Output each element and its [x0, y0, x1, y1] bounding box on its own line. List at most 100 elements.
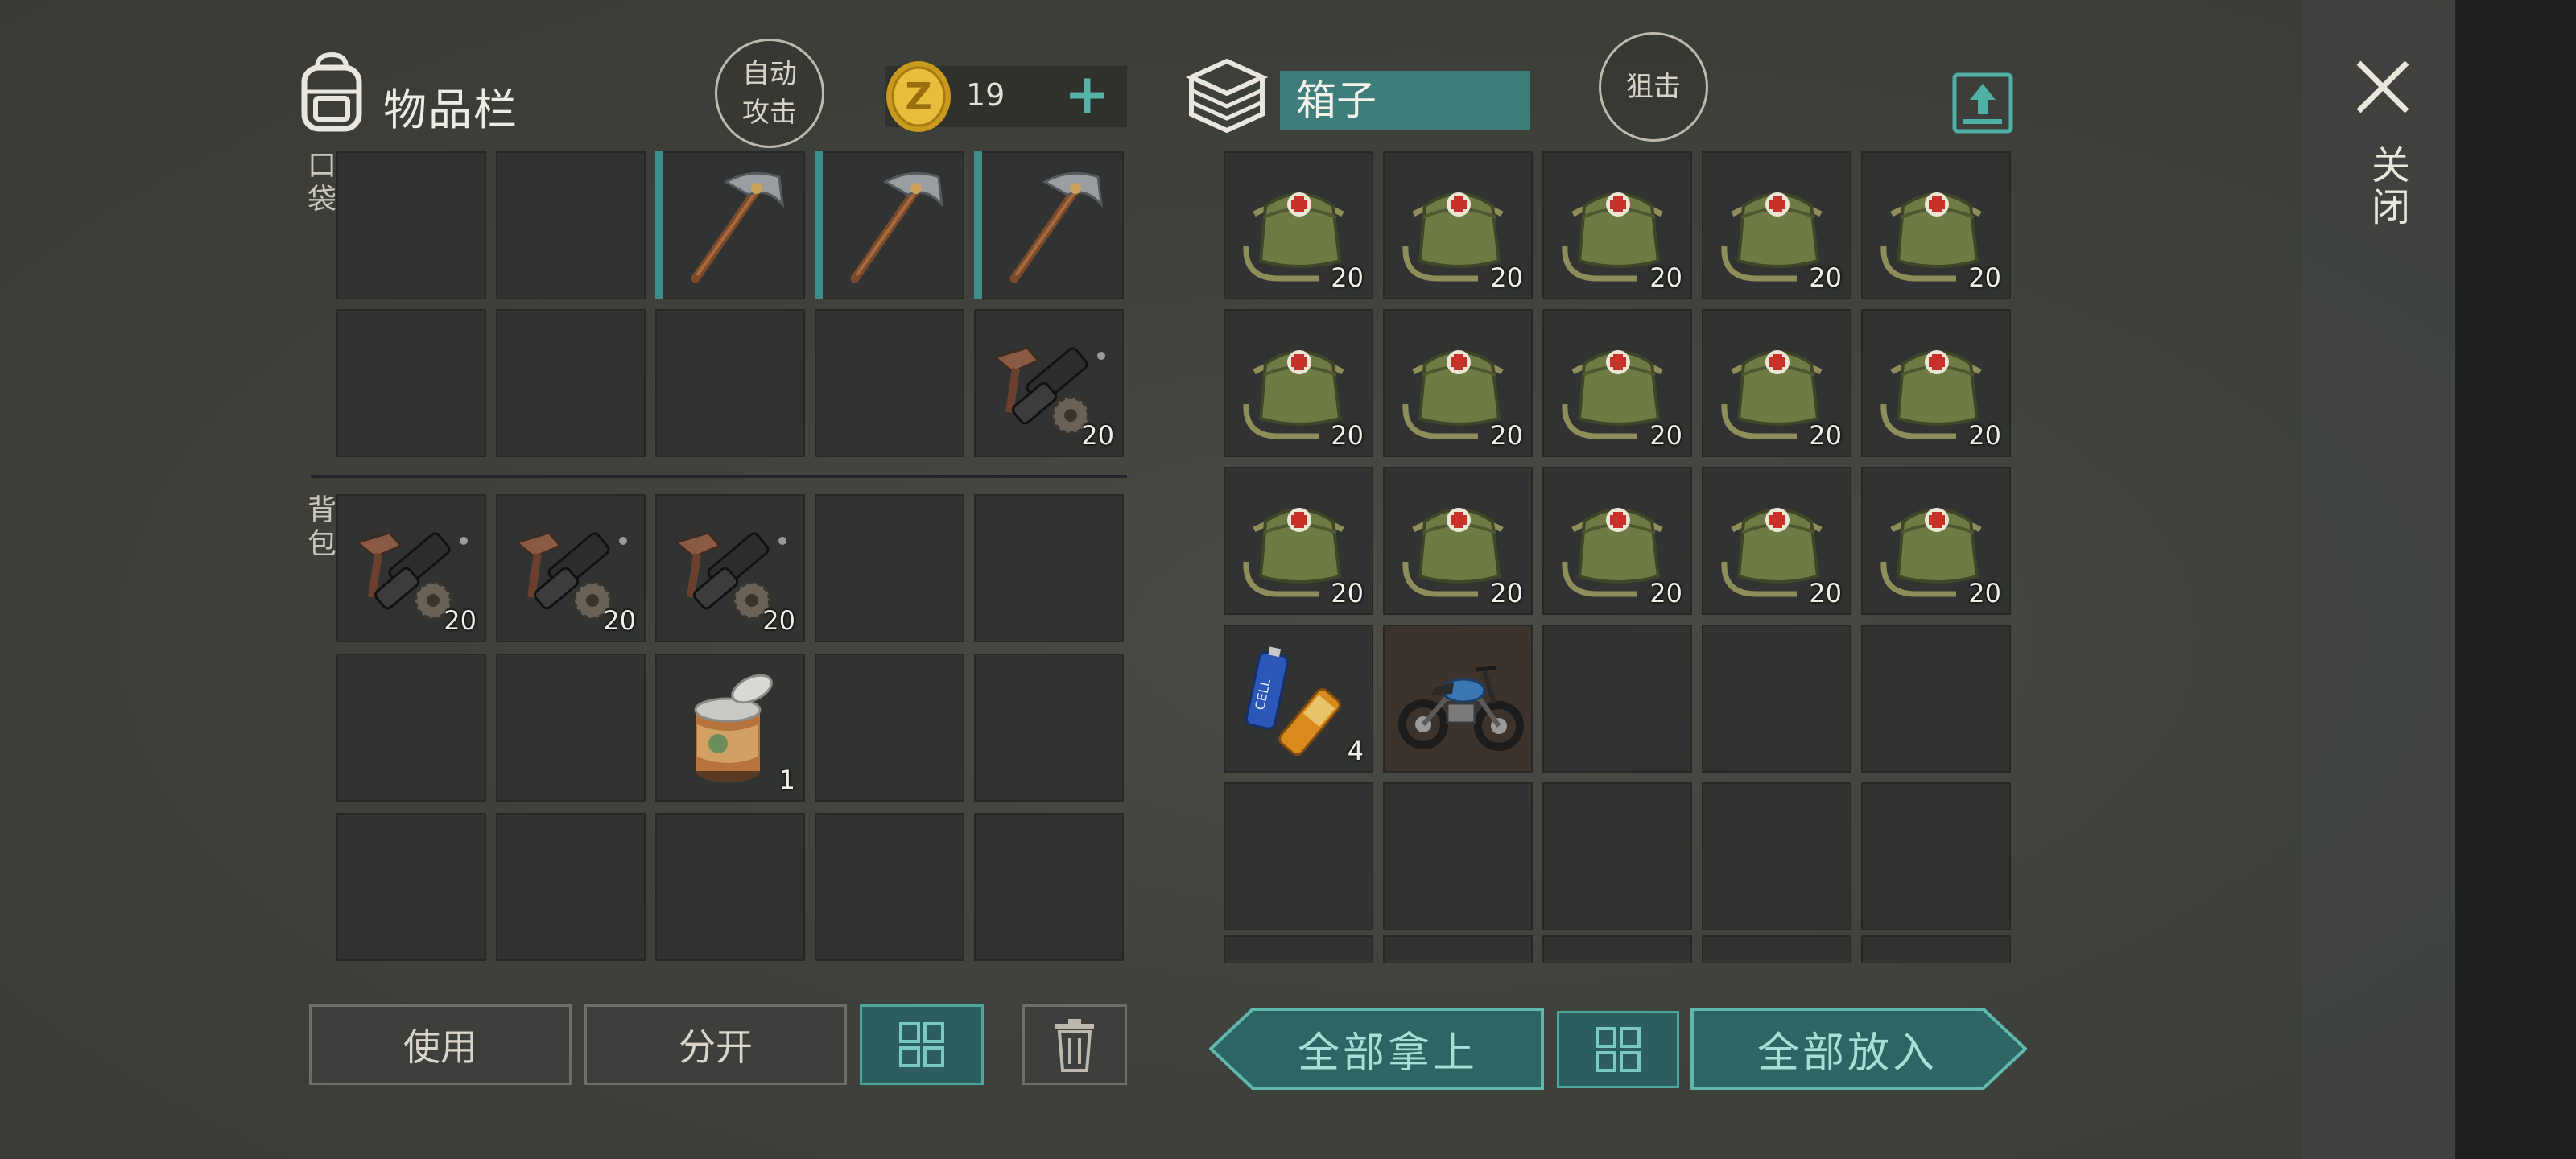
box-slot[interactable]: 20 [1383, 151, 1533, 299]
tin-can-icon [694, 668, 777, 784]
item-quantity: 20 [603, 605, 636, 636]
item-quantity: 20 [1649, 420, 1682, 451]
box-slot[interactable]: 20 [1702, 467, 1852, 615]
backpack-label: 背包 [303, 494, 336, 562]
pocket-slot[interactable]: 20 [974, 309, 1124, 457]
pocket-slot[interactable] [655, 151, 805, 299]
box-slot[interactable] [1542, 935, 1692, 963]
backpack-slot[interactable] [974, 654, 1124, 802]
box-name-field[interactable]: 箱子 [1280, 71, 1530, 130]
pickaxe-icon [821, 158, 958, 295]
backpack-slot[interactable] [655, 813, 805, 961]
box-slot[interactable] [1702, 782, 1852, 930]
pocket-slot[interactable] [336, 151, 486, 299]
section-divider [311, 475, 1127, 478]
backpack-slot[interactable] [815, 813, 964, 961]
item-quantity: 20 [1649, 262, 1682, 293]
coin-count: 19 [966, 77, 1005, 113]
auto-attack-line1: 自动 [742, 58, 797, 90]
item-quantity: 20 [1331, 420, 1364, 451]
backpack-slot[interactable]: 20 [655, 494, 805, 642]
box-slot[interactable] [1861, 625, 2011, 773]
coin-icon: Z [886, 61, 951, 132]
box-slot[interactable] [1542, 782, 1692, 930]
discard-button[interactable] [1022, 1004, 1127, 1085]
backpack-slot[interactable] [815, 654, 964, 802]
box-slot[interactable] [1861, 935, 2011, 963]
pocket-slot[interactable] [336, 309, 486, 457]
box-slot[interactable]: 20 [1383, 467, 1533, 615]
close-icon[interactable] [2351, 55, 2415, 119]
box-slot[interactable] [1861, 782, 2011, 930]
sort-inventory-button[interactable] [860, 1004, 984, 1085]
backpack-slot[interactable]: 20 [496, 494, 646, 642]
backpack-slot[interactable] [336, 813, 486, 961]
auto-attack-button[interactable]: 自动 攻击 [715, 39, 824, 148]
item-quantity: 20 [1968, 262, 2001, 293]
split-button[interactable]: 分开 [584, 1004, 847, 1085]
snipe-button[interactable]: 狙击 [1599, 32, 1708, 142]
box-slot[interactable] [1383, 625, 1533, 773]
svg-text:Z: Z [905, 75, 931, 118]
use-button[interactable]: 使用 [309, 1004, 572, 1085]
close-label[interactable]: 关闭 [2359, 145, 2415, 229]
pocket-slot[interactable] [496, 151, 646, 299]
backpack-slot[interactable] [336, 654, 486, 802]
box-slot[interactable]: 20 [1542, 467, 1692, 615]
auto-attack-line2: 攻击 [742, 97, 797, 129]
box-slot[interactable]: 20 [1702, 309, 1852, 457]
item-quantity: 20 [1331, 578, 1364, 608]
backpack-slot[interactable] [815, 494, 964, 642]
box-slot[interactable]: 20 [1224, 151, 1373, 299]
inventory-title: 物品栏 [383, 85, 518, 135]
pocket-slot[interactable] [974, 151, 1124, 299]
item-quantity: 4 [1347, 736, 1364, 766]
grid-icon [899, 1022, 944, 1067]
box-slot[interactable] [1702, 625, 1852, 773]
box-slot[interactable]: 20 [1861, 467, 2011, 615]
box-slot[interactable] [1224, 782, 1373, 930]
pocket-slot[interactable] [655, 309, 805, 457]
item-quantity: 20 [1081, 420, 1114, 451]
box-icon [1185, 58, 1269, 134]
box-slot[interactable]: 20 [1224, 309, 1373, 457]
box-slot[interactable]: 20 [1383, 309, 1533, 457]
backpack-slot[interactable] [496, 654, 646, 802]
item-quantity: 20 [1968, 420, 2001, 451]
box-slot[interactable] [1383, 782, 1533, 930]
backpack-slot[interactable]: 20 [336, 494, 486, 642]
box-slot[interactable]: 4 [1224, 625, 1373, 773]
take-all-button[interactable]: 全部拿上 [1209, 1008, 1544, 1090]
put-all-button[interactable]: 全部放入 [1690, 1008, 2027, 1090]
backpack-icon [301, 52, 362, 132]
box-slot[interactable] [1383, 935, 1533, 963]
box-slot[interactable] [1702, 935, 1852, 963]
backpack-slot[interactable] [974, 494, 1124, 642]
item-quantity: 20 [1490, 262, 1523, 293]
box-slot[interactable]: 20 [1861, 151, 2011, 299]
pocket-slot[interactable] [815, 309, 964, 457]
box-slot[interactable]: 20 [1542, 309, 1692, 457]
box-slot[interactable]: 20 [1702, 151, 1852, 299]
item-quantity: 20 [1490, 420, 1523, 451]
take-all-label: 全部拿上 [1297, 1029, 1478, 1078]
pocket-slot[interactable] [815, 151, 964, 299]
box-slot[interactable]: 20 [1224, 467, 1373, 615]
put-all-label: 全部放入 [1757, 1029, 1938, 1078]
pocket-slot[interactable] [496, 309, 646, 457]
box-slot[interactable] [1224, 935, 1373, 963]
item-quantity: 20 [762, 605, 795, 636]
export-icon[interactable] [1952, 72, 2013, 134]
pocket-label: 口袋 [303, 150, 336, 217]
sort-box-button[interactable] [1557, 1011, 1679, 1088]
backpack-slot[interactable]: 1 [655, 654, 805, 802]
backpack-slot[interactable] [496, 813, 646, 961]
item-quantity: 20 [1968, 578, 2001, 608]
item-quantity: 20 [1809, 420, 1842, 451]
box-slot[interactable] [1542, 625, 1692, 773]
box-slot[interactable]: 20 [1861, 309, 2011, 457]
backpack-slot[interactable] [974, 813, 1124, 961]
box-slot[interactable]: 20 [1542, 151, 1692, 299]
item-quantity: 1 [778, 765, 795, 795]
add-coins-button[interactable]: + [1064, 68, 1110, 122]
